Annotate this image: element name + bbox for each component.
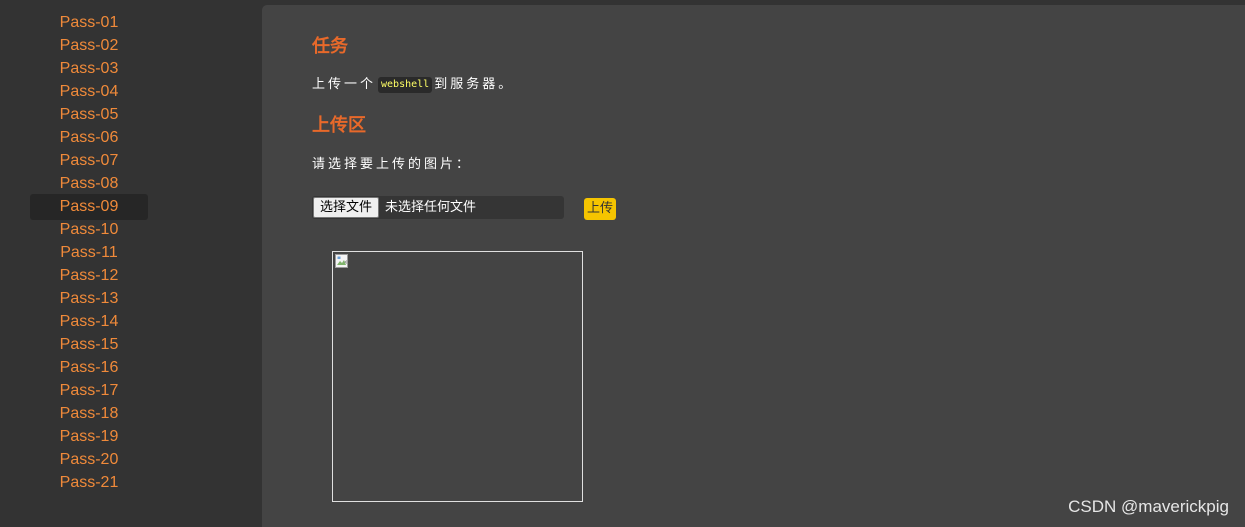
- task-code: webshell: [378, 77, 433, 93]
- task-text-after: 到服务器。: [434, 76, 515, 91]
- choose-file-button[interactable]: 选择文件: [313, 197, 380, 218]
- file-input[interactable]: 选择文件 未选择任何文件: [312, 196, 564, 219]
- upload-title: 上传区: [312, 115, 366, 135]
- sidebar: Pass-01 Pass-02 Pass-03 Pass-04 Pass-05 …: [0, 0, 262, 527]
- watermark: CSDN @maverickpig: [1068, 497, 1229, 516]
- task-title: 任务: [312, 36, 348, 56]
- no-file-selected-text: 未选择任何文件: [385, 200, 477, 215]
- upload-button[interactable]: 上传: [584, 198, 617, 220]
- main-content: 任务 上传一个 webshell 到服务器。 上传区 请选择要上传的图片： 选择文件…: [262, 5, 1245, 527]
- sidebar-item-pass-21[interactable]: Pass-21: [30, 470, 148, 496]
- upload-prompt: 请选择要上传的图片：: [312, 156, 473, 171]
- broken-image-icon: [335, 254, 349, 268]
- task-description: 上传一个 webshell 到服务器。: [312, 75, 514, 93]
- image-preview: [332, 251, 583, 502]
- task-text-before: 上传一个: [312, 76, 377, 91]
